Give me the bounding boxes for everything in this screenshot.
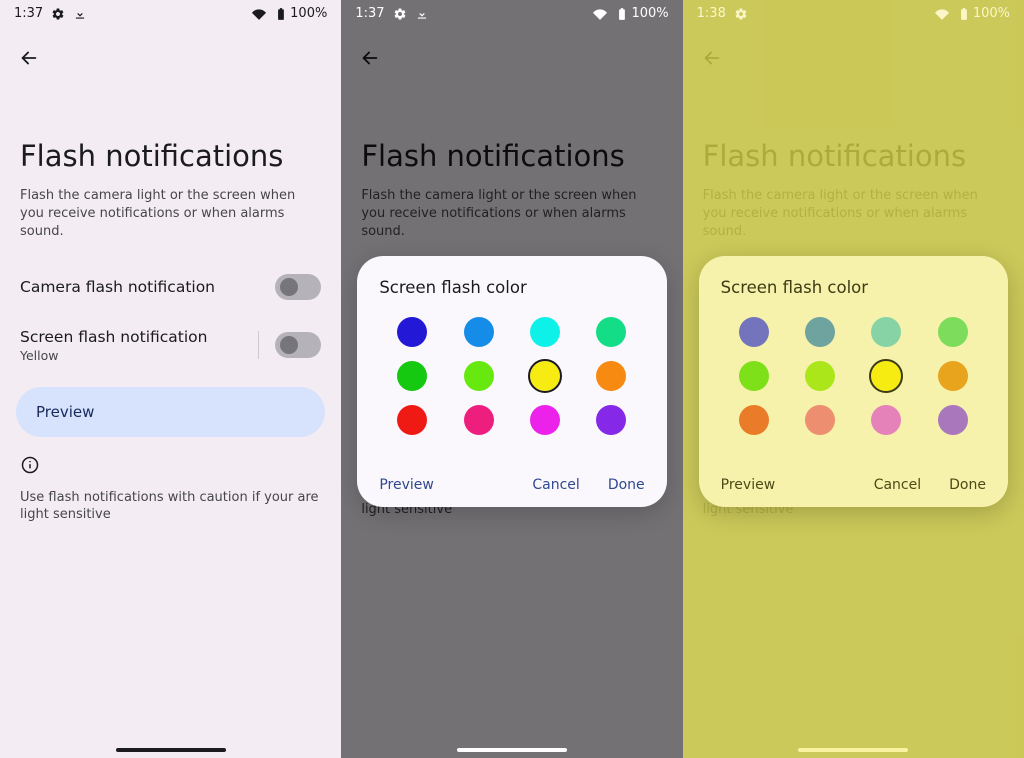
arrow-back-icon [18,47,40,69]
status-bar: 1:38 100% [683,0,1024,25]
gesture-handle[interactable] [457,748,567,752]
panel-dialog: 1:37 100% Flash notifications Flash the … [341,0,682,758]
camera-flash-toggle[interactable] [275,274,321,300]
dialog-preview-button[interactable]: Preview [721,477,776,493]
app-bar [0,25,341,77]
color-swatch-5[interactable] [464,361,494,391]
info-icon [20,455,40,475]
color-swatch-4[interactable] [739,361,769,391]
color-swatch-3[interactable] [938,317,968,347]
color-swatch-11[interactable] [938,405,968,435]
battery-icon [274,7,288,21]
gear-icon [393,7,407,21]
dialog-title: Screen flash color [379,278,644,297]
page-title: Flash notifications [0,77,341,187]
preview-button[interactable]: Preview [16,387,325,437]
wifi-icon [252,7,266,21]
color-grid-p3 [721,317,986,435]
color-swatch-9[interactable] [464,405,494,435]
color-dialog: Screen flash color Preview Cancel Done [699,256,1008,507]
status-bar: 1:37 100% [341,0,682,25]
color-swatch-5[interactable] [805,361,835,391]
dialog-done-button[interactable]: Done [949,477,986,493]
info-icon-wrap [0,437,341,485]
color-swatch-0[interactable] [397,317,427,347]
dialog-actions: Preview Cancel Done [379,477,644,493]
color-swatch-2[interactable] [871,317,901,347]
color-swatch-0[interactable] [739,317,769,347]
screen-flash-label: Screen flash notification [20,328,207,346]
color-swatch-1[interactable] [464,317,494,347]
download-icon [415,7,429,21]
color-swatch-3[interactable] [596,317,626,347]
gesture-handle[interactable] [116,748,226,752]
wifi-icon [935,7,949,21]
gesture-handle[interactable] [798,748,908,752]
dialog-actions: Preview Cancel Done [721,477,986,493]
dialog-cancel-button[interactable]: Cancel [874,477,921,493]
download-icon [73,7,87,21]
caution-text: Use flash notifications with caution if … [0,485,341,528]
color-swatch-7[interactable] [596,361,626,391]
color-swatch-8[interactable] [397,405,427,435]
gear-icon [51,7,65,21]
battery-text: 100% [290,6,327,21]
color-swatch-9[interactable] [805,405,835,435]
battery-text: 100% [973,6,1010,21]
dialog-cancel-button[interactable]: Cancel [532,477,579,493]
camera-flash-row[interactable]: Camera flash notification [0,260,341,314]
battery-icon [615,7,629,21]
screen-flash-sub: Yellow [20,348,207,363]
color-swatch-10[interactable] [530,405,560,435]
status-time: 1:37 [355,6,384,21]
screen-flash-row[interactable]: Screen flash notification Yellow [0,314,341,377]
dialog-preview-button[interactable]: Preview [379,477,434,493]
back-button[interactable] [10,39,48,77]
color-swatch-10[interactable] [871,405,901,435]
color-swatch-4[interactable] [397,361,427,391]
color-dialog: Screen flash color Preview Cancel Done [357,256,666,507]
color-swatch-2[interactable] [530,317,560,347]
status-time: 1:37 [14,6,43,21]
status-bar: 1:37 100% [0,0,341,25]
color-grid-p2 [379,317,644,435]
panel-dialog-preview: 1:38 100% Flash notifications Flash the … [683,0,1024,758]
color-swatch-7[interactable] [938,361,968,391]
wifi-icon [593,7,607,21]
dialog-done-button[interactable]: Done [608,477,645,493]
battery-icon [957,7,971,21]
color-swatch-6[interactable] [871,361,901,391]
panel-settings: 1:37 100% Flash notifications Flash the … [0,0,341,758]
camera-flash-label: Camera flash notification [20,278,215,296]
toggle-divider [258,331,259,359]
color-swatch-11[interactable] [596,405,626,435]
battery-text: 100% [631,6,668,21]
dialog-title: Screen flash color [721,278,986,297]
status-time: 1:38 [697,6,726,21]
color-swatch-1[interactable] [805,317,835,347]
gear-icon [734,7,748,21]
screen-flash-toggle[interactable] [275,332,321,358]
color-swatch-8[interactable] [739,405,769,435]
page-description: Flash the camera light or the screen whe… [0,187,341,260]
color-swatch-6[interactable] [530,361,560,391]
